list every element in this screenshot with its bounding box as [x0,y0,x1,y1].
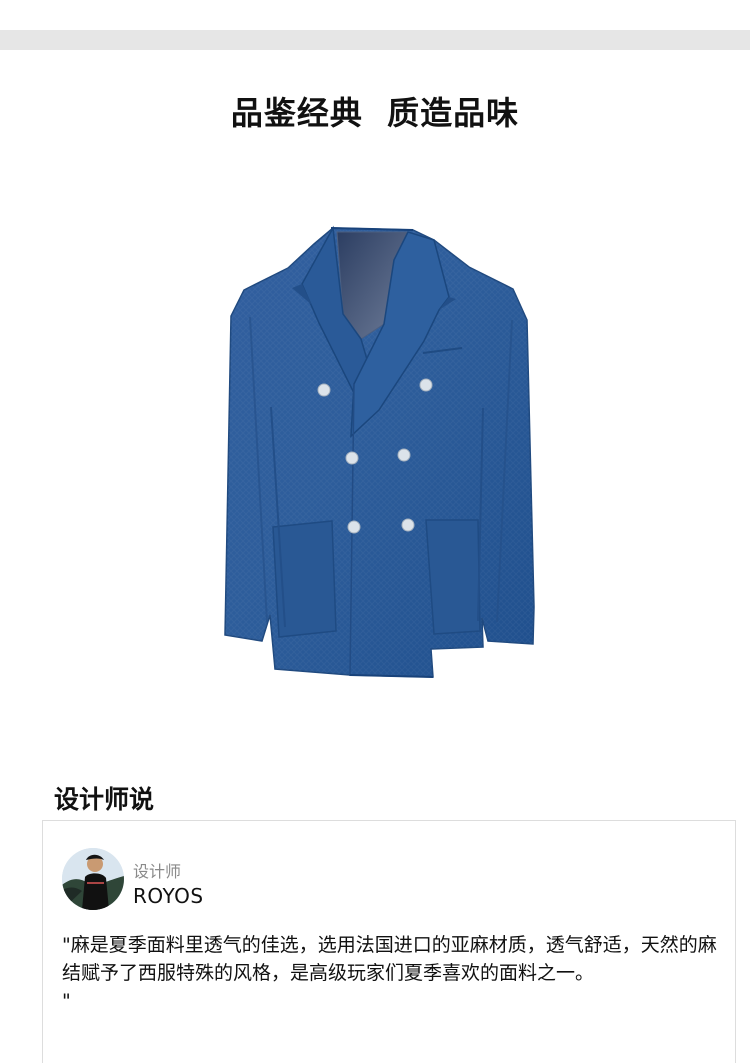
designer-section-title: 设计师说 [54,785,155,814]
designer-quote: "麻是夏季面料里透气的佳选，选用法国进口的亚麻材质，透气舒适，天然的麻结赋予了西… [62,934,717,1012]
blazer-body [224,225,535,678]
section-divider [0,30,750,50]
product-detail-page: 品鉴经典 质造品味 设计师说 设计师 ROYOS "麻是夏季面料里透气的佳选，选… [0,0,750,1063]
designer-card: 设计师 ROYOS "麻是夏季面料里透气的佳选，选用法国进口的亚麻材质，透气舒适… [42,820,736,1063]
designer-role-label: 设计师 [133,862,182,881]
hero-title: 品鉴经典 质造品味 [230,94,520,132]
blazer-illustration [224,225,535,678]
blazer-image [210,220,545,685]
avatar-illustration [62,848,124,910]
designer-avatar-icon [62,848,124,910]
designer-name: ROYOS [133,884,204,908]
